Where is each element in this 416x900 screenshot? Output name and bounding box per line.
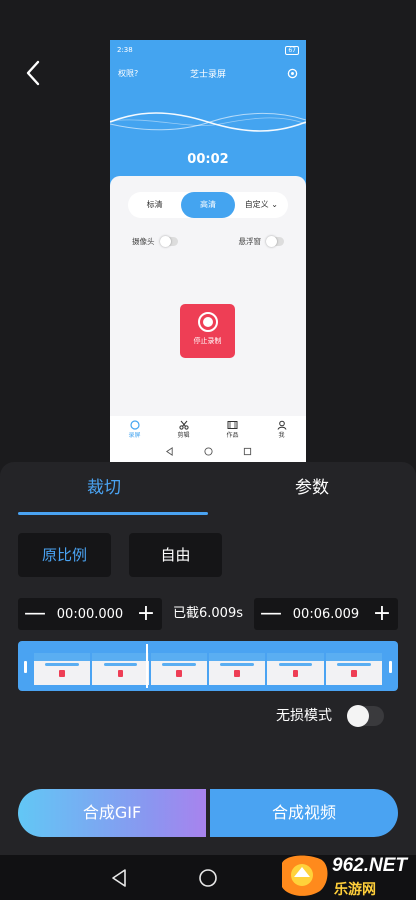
preview-wave-graphic: [110, 112, 306, 132]
preview-camera-toggle: 摄像头: [132, 236, 178, 247]
preview-tab-edit-label: 剪辑: [177, 432, 190, 439]
preview-status-time: 2:38: [117, 46, 133, 54]
timeline-strip[interactable]: [18, 641, 398, 691]
preview-stop-record-label: 停止录制: [193, 337, 222, 345]
preview-record-icon: [197, 312, 218, 332]
preview-tab-bar: 录屏 剪辑 作品 我: [110, 416, 306, 440]
end-time-plus-button[interactable]: +: [372, 603, 392, 625]
timeline-frame: [208, 653, 266, 685]
preview-scissors-icon: [178, 420, 189, 430]
preview-record-tab-icon: [129, 420, 140, 430]
start-time-minus-button[interactable]: —: [24, 603, 46, 625]
preview-quality-custom-label: 自定义: [244, 200, 269, 209]
preview-app-title: 芝士录屏: [189, 69, 226, 80]
preview-nav-recent-icon: [243, 447, 251, 455]
preview-nav-back-icon: [165, 446, 173, 456]
preview-tab-me-label: 我: [278, 432, 285, 439]
tab-crop[interactable]: 裁切: [0, 462, 208, 514]
preview-controls-card: 标清 高清 自定义 ⌄ 摄像头 悬浮窗 停止录制: [110, 176, 306, 416]
preview-camera-switch: [159, 236, 178, 247]
preview-nav-home-icon: [203, 446, 213, 456]
preview-quality-custom: 自定义 ⌄: [235, 192, 288, 218]
back-button[interactable]: [18, 58, 48, 88]
make-gif-button[interactable]: 合成GIF: [18, 789, 206, 837]
start-time-plus-button[interactable]: +: [136, 603, 156, 625]
screen: 2:38 67 权限? 芝士录屏 00:02 标清 高清 自定义 ⌄ 摄像头 悬…: [0, 0, 416, 900]
chevron-left-icon: [26, 60, 40, 86]
preview-chevron-down-icon: ⌄: [271, 200, 278, 209]
end-time-minus-button[interactable]: —: [260, 603, 282, 625]
preview-header-area: 2:38 67 权限? 芝士录屏 00:02: [110, 40, 306, 186]
preview-stop-record-button: 停止录制: [180, 304, 235, 358]
tab-params[interactable]: 参数: [208, 462, 416, 514]
timeline-frame: [34, 653, 91, 685]
preview-float-switch: [266, 236, 284, 247]
preview-status-battery: 67: [285, 45, 299, 55]
nav-home-icon[interactable]: [197, 867, 219, 889]
preview-float-label: 悬浮窗: [238, 237, 262, 246]
preview-status-bar: 2:38 67: [117, 44, 299, 56]
preview-tab-works: 作品: [208, 416, 257, 440]
lossless-mode-label: 无损模式: [276, 708, 332, 724]
preview-film-icon: [227, 421, 238, 429]
preview-quality-selector: 标清 高清 自定义 ⌄: [128, 192, 288, 218]
timeline-playhead[interactable]: [146, 644, 148, 688]
timeline-frame: [92, 653, 149, 685]
preview-tab-me: 我: [257, 416, 306, 440]
timeline-frames: [34, 653, 382, 685]
lossless-mode-toggle[interactable]: [347, 705, 384, 727]
preview-camera-label: 摄像头: [132, 237, 155, 246]
preview-tab-record-label: 录屏: [128, 432, 141, 439]
preview-float-toggle: 悬浮窗: [238, 236, 284, 247]
watermark-logo-icon: [282, 855, 328, 896]
cut-duration-label: 已截6.009s: [173, 606, 243, 621]
timeline-left-handle[interactable]: [24, 661, 27, 673]
preview-app-header: 权限? 芝士录屏: [118, 66, 298, 80]
end-time-value: 00:06.009: [292, 606, 360, 622]
preview-toggles: 摄像头 悬浮窗: [132, 236, 284, 247]
make-video-button[interactable]: 合成视频: [210, 789, 398, 837]
nav-back-icon[interactable]: [108, 867, 130, 889]
watermark-subtext: 乐游网: [334, 882, 376, 898]
video-preview: 2:38 67 权限? 芝士录屏 00:02 标清 高清 自定义 ⌄ 摄像头 悬…: [110, 40, 306, 462]
start-time-control: — 00:00.000 +: [18, 598, 162, 630]
preview-quality-hd: 高清: [181, 192, 235, 218]
end-time-control: — 00:06.009 +: [254, 598, 398, 630]
preview-tab-works-label: 作品: [226, 432, 239, 439]
timeline-frame: [150, 653, 207, 685]
preview-quality-sd: 标清: [146, 200, 163, 209]
site-watermark: 962.NET 乐游网: [276, 853, 414, 899]
timeline-frame: [267, 653, 324, 685]
ratio-free-button[interactable]: 自由: [129, 533, 222, 577]
timeline-frame: [325, 653, 382, 685]
preview-tab-record: 录屏: [110, 416, 159, 440]
preview-timer: 00:02: [187, 152, 229, 167]
preview-tab-edit: 剪辑: [159, 416, 208, 440]
crop-sheet: 裁切 参数 原比例 自由 — 00:00.000 + 已截6.009s — 00…: [0, 462, 416, 855]
ratio-original-button[interactable]: 原比例: [18, 533, 111, 577]
sheet-tabs: 裁切 参数: [0, 462, 416, 514]
start-time-value: 00:00.000: [56, 606, 124, 622]
tab-underline: [18, 512, 208, 515]
preview-system-nav: [110, 440, 306, 462]
timeline-right-handle[interactable]: [389, 661, 392, 673]
watermark-text: 962.NET: [332, 855, 407, 876]
preview-user-icon: [277, 420, 286, 430]
